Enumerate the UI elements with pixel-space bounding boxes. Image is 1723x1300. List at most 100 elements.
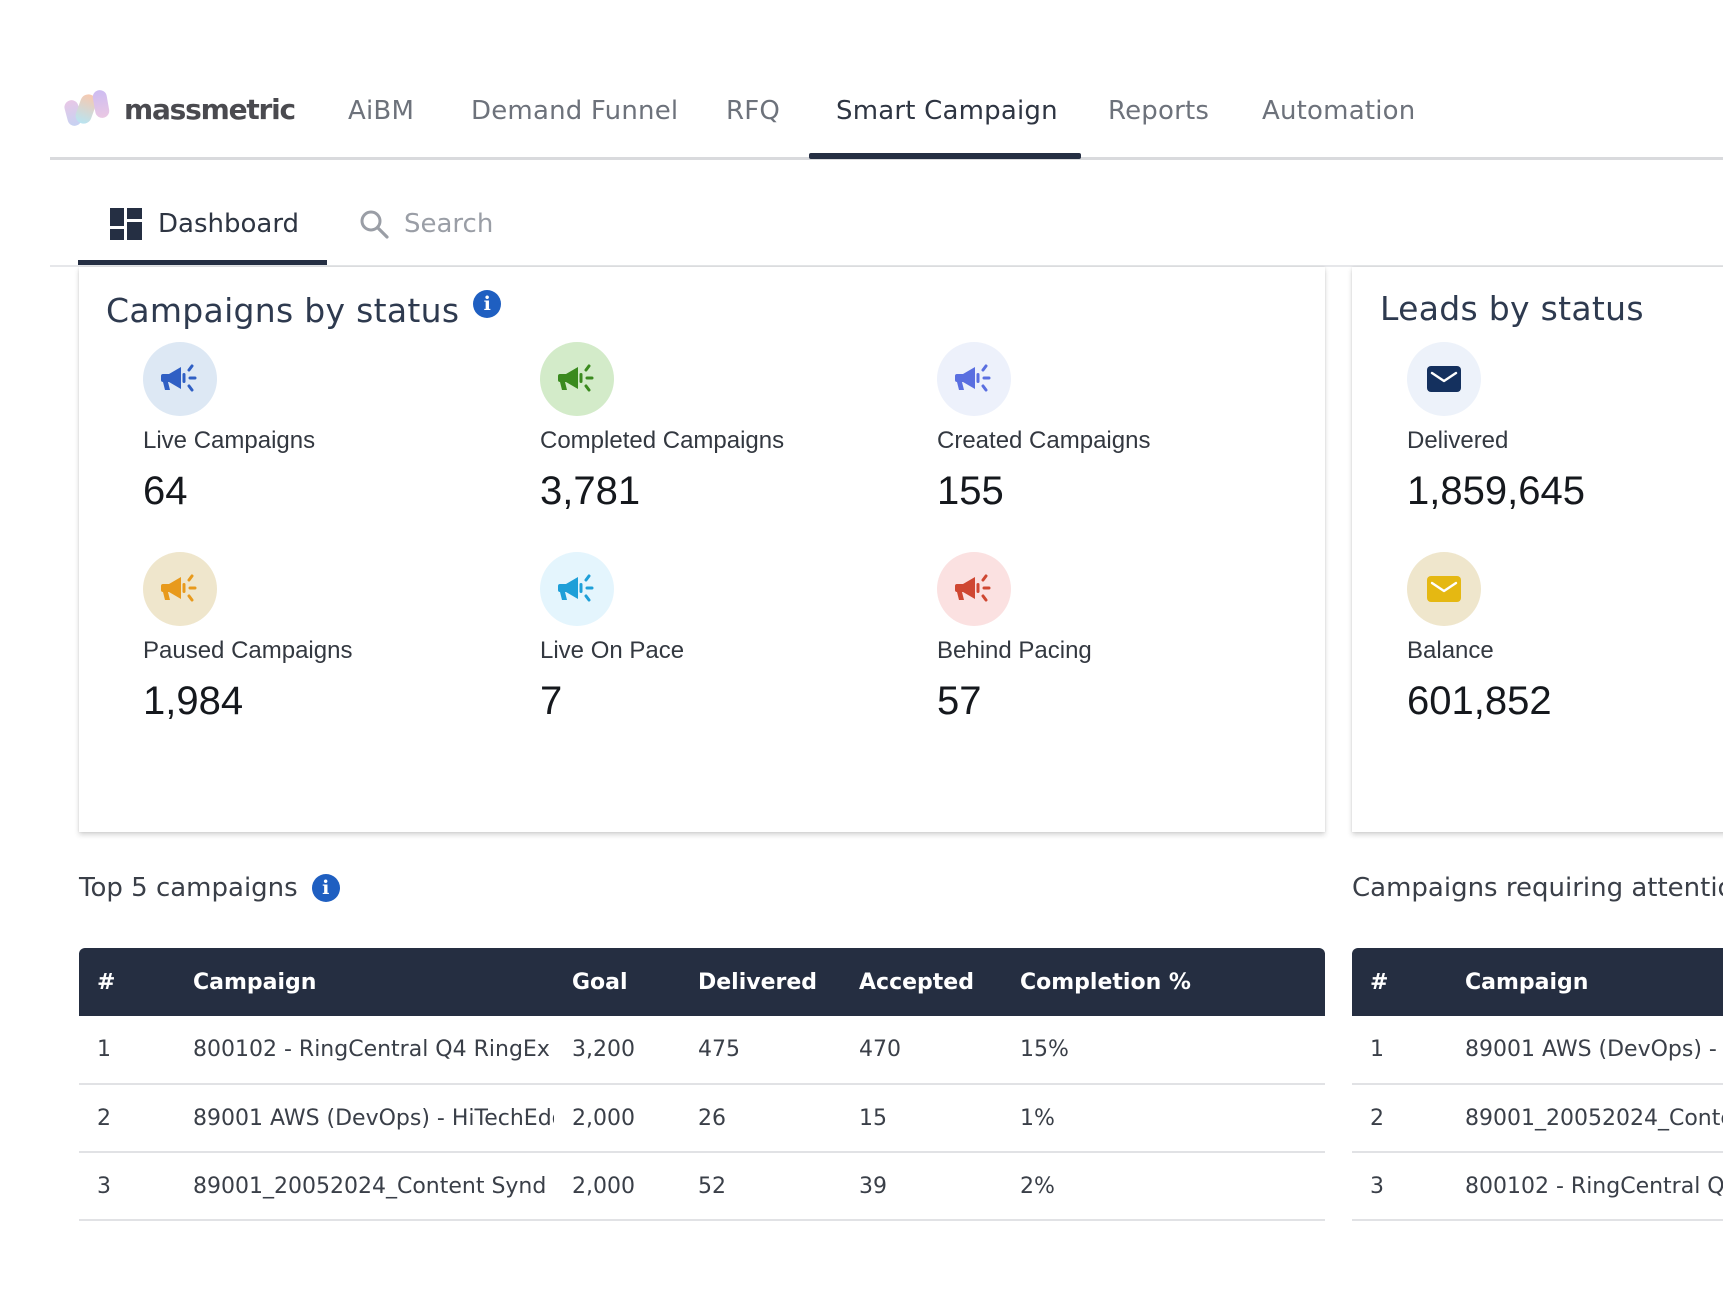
logo-icon xyxy=(62,88,112,128)
stat-behind-pacing[interactable]: Behind Pacing 57 xyxy=(937,552,1297,724)
subtab-search[interactable]: Search xyxy=(358,208,493,240)
stat-lead-delivered[interactable]: Delivered 1,859,645 xyxy=(1407,342,1723,514)
cell-campaign[interactable]: 89001 AWS (DevOps) - HiTechEdg... xyxy=(174,1084,554,1153)
active-subtab-indicator xyxy=(78,260,327,265)
table-row[interactable]: 289001_20052024_Content Synd D xyxy=(1352,1084,1723,1153)
nav-tab-reports[interactable]: Reports xyxy=(1108,96,1209,126)
subtab-dashboard-label: Dashboard xyxy=(158,209,300,239)
cell-delivered: 52 xyxy=(680,1152,841,1221)
active-tab-indicator xyxy=(809,153,1081,159)
envelope-icon xyxy=(1407,342,1481,416)
cell-completion: 15% xyxy=(1002,1016,1325,1085)
section-title-text: Top 5 campaigns xyxy=(79,873,298,903)
table-row[interactable]: 1 800102 - RingCentral Q4 RingEx 3,200 475 4… xyxy=(79,1016,1325,1085)
card-title-text: Campaigns by status xyxy=(106,291,460,330)
stat-completed-campaigns[interactable]: Completed Campaigns 3,781 xyxy=(540,342,900,514)
stat-label: Delivered xyxy=(1407,427,1509,454)
cell-num: 3 xyxy=(79,1152,174,1221)
stat-value: 7 xyxy=(540,679,563,723)
cell-completion: 2% xyxy=(1002,1152,1325,1221)
cell-delivered: 26 xyxy=(680,1084,841,1153)
cell-campaign[interactable]: 89001 AWS (DevOps) - HiTechEdge xyxy=(1447,1016,1723,1085)
cell-campaign[interactable]: 89001_20052024_Content Synd D xyxy=(1447,1084,1723,1153)
column-header-campaign[interactable]: Campaign xyxy=(1447,948,1723,1016)
cell-delivered: 475 xyxy=(680,1016,841,1085)
leads-by-status-card: Leads by status Delivered 1,859,645 Balanc… xyxy=(1352,267,1723,832)
stat-label: Live On Pace xyxy=(540,637,685,664)
cell-goal: 3,200 xyxy=(554,1016,680,1085)
megaphone-icon xyxy=(143,342,217,416)
stat-value: 155 xyxy=(937,469,1004,513)
cell-num: 2 xyxy=(1352,1084,1447,1153)
cell-num: 2 xyxy=(79,1084,174,1153)
card-title-text: Leads by status xyxy=(1380,289,1644,328)
cell-goal: 2,000 xyxy=(554,1152,680,1221)
info-icon[interactable]: i xyxy=(311,874,340,902)
stat-value: 1,859,645 xyxy=(1407,469,1585,513)
megaphone-icon xyxy=(937,342,1011,416)
column-header-completion[interactable]: Completion % xyxy=(1002,948,1325,1016)
stat-value: 601,852 xyxy=(1407,679,1552,723)
cell-num: 3 xyxy=(1352,1152,1447,1221)
megaphone-icon xyxy=(540,552,614,626)
cell-campaign[interactable]: 800102 - RingCentral Q4 RingEx xyxy=(174,1016,554,1085)
column-header-accepted[interactable]: Accepted xyxy=(841,948,1002,1016)
sub-tabs: Dashboard Search xyxy=(50,160,1723,267)
megaphone-icon xyxy=(937,552,1011,626)
cell-campaign[interactable]: 89001_20052024_Content Synd D... xyxy=(174,1152,554,1221)
envelope-icon xyxy=(1407,552,1481,626)
column-header-delivered[interactable]: Delivered xyxy=(680,948,841,1016)
cell-num: 1 xyxy=(1352,1016,1447,1085)
stat-value: 64 xyxy=(143,469,188,513)
attention-campaigns-heading: Campaigns requiring attention xyxy=(1352,873,1723,903)
cell-accepted: 470 xyxy=(841,1016,1002,1085)
column-header-number[interactable]: # xyxy=(79,948,174,1016)
stat-value: 57 xyxy=(937,679,982,723)
cell-goal: 2,000 xyxy=(554,1084,680,1153)
info-icon[interactable]: i xyxy=(473,289,502,318)
table-header-row: # Campaign xyxy=(1352,948,1723,1016)
table-row[interactable]: 3 89001_20052024_Content Synd D... 2,000 52… xyxy=(79,1152,1325,1221)
stat-lead-balance[interactable]: Balance 601,852 xyxy=(1407,552,1723,724)
stat-label: Created Campaigns xyxy=(937,427,1151,454)
top-campaigns-table: # Campaign Goal Delivered Accepted Compl… xyxy=(79,948,1325,1221)
cell-accepted: 15 xyxy=(841,1084,1002,1153)
nav-tab-rfq[interactable]: RFQ xyxy=(726,96,780,126)
stat-label: Live Campaigns xyxy=(143,427,316,454)
dashboard-icon xyxy=(110,208,142,240)
column-header-campaign[interactable]: Campaign xyxy=(174,948,554,1016)
column-header-goal[interactable]: Goal xyxy=(554,948,680,1016)
table-row[interactable]: 3800102 - RingCentral Q4 RingEx xyxy=(1352,1152,1723,1221)
stat-paused-campaigns[interactable]: Paused Campaigns 1,984 xyxy=(143,552,503,724)
table-header-row: # Campaign Goal Delivered Accepted Compl… xyxy=(79,948,1325,1016)
cell-campaign[interactable]: 800102 - RingCentral Q4 RingEx xyxy=(1447,1152,1723,1221)
table-row[interactable]: 2 89001 AWS (DevOps) - HiTechEdg... 2,000 2… xyxy=(79,1084,1325,1153)
stat-created-campaigns[interactable]: Created Campaigns 155 xyxy=(937,342,1297,514)
stat-label: Balance xyxy=(1407,637,1494,664)
column-header-number[interactable]: # xyxy=(1352,948,1447,1016)
nav-tab-automation[interactable]: Automation xyxy=(1262,96,1415,126)
cell-accepted: 39 xyxy=(841,1152,1002,1221)
table-row[interactable]: 189001 AWS (DevOps) - HiTechEdge xyxy=(1352,1016,1723,1085)
brand-logo[interactable]: massmetric xyxy=(62,88,296,128)
megaphone-icon xyxy=(540,342,614,416)
stat-label: Paused Campaigns xyxy=(143,637,353,664)
subtab-search-label: Search xyxy=(404,209,494,239)
stat-label: Completed Campaigns xyxy=(540,427,785,454)
nav-tab-smart-campaign[interactable]: Smart Campaign xyxy=(836,96,1058,126)
cell-completion: 1% xyxy=(1002,1084,1325,1153)
stat-value: 3,781 xyxy=(540,469,641,513)
cell-num: 1 xyxy=(79,1016,174,1085)
stat-live-on-pace[interactable]: Live On Pace 7 xyxy=(540,552,900,724)
nav-tab-demand-funnel[interactable]: Demand Funnel xyxy=(471,96,678,126)
leads-by-status-title: Leads by status xyxy=(1380,289,1644,328)
stat-value: 1,984 xyxy=(143,679,244,723)
stat-live-campaigns[interactable]: Live Campaigns 64 xyxy=(143,342,503,514)
top-navigation: massmetric AiBM Demand Funnel RFQ Smart … xyxy=(50,0,1723,160)
section-title-text: Campaigns requiring attention xyxy=(1352,873,1723,903)
subtab-dashboard[interactable]: Dashboard xyxy=(110,208,299,240)
nav-tab-aibm[interactable]: AiBM xyxy=(348,96,414,126)
megaphone-icon xyxy=(143,552,217,626)
attention-campaigns-table: # Campaign 189001 AWS (DevOps) - HiTechE… xyxy=(1352,948,1723,1221)
campaigns-by-status-title: Campaigns by status i xyxy=(106,289,502,330)
